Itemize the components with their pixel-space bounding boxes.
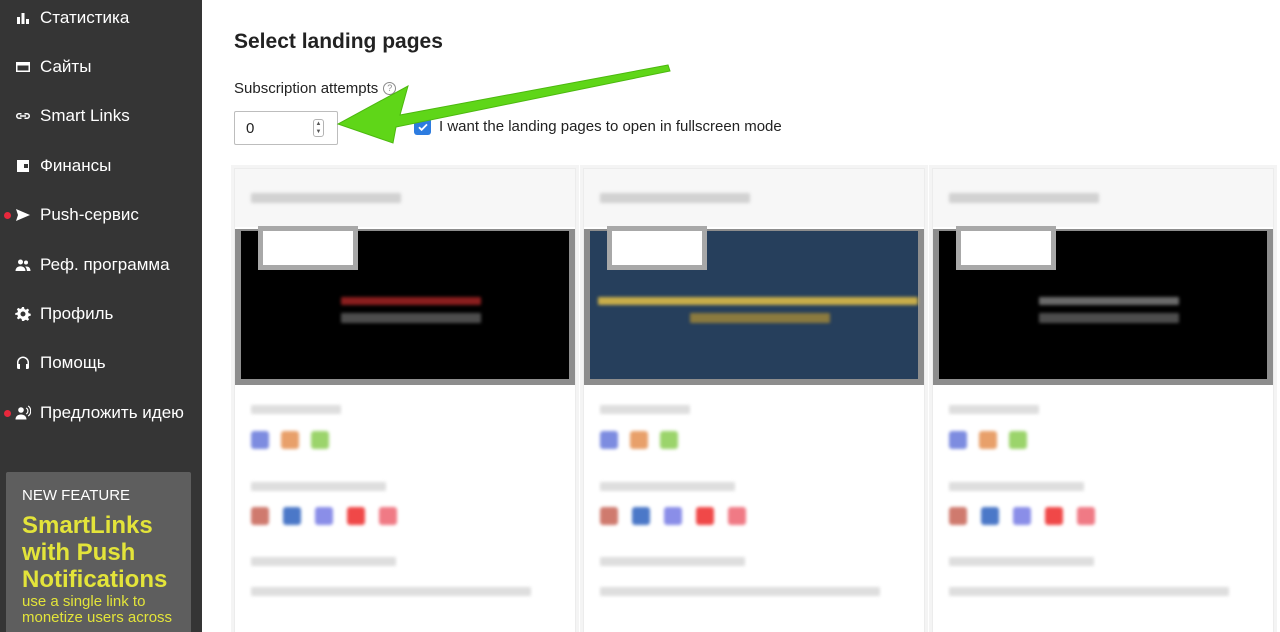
- wallet-icon: [14, 157, 32, 175]
- landing-preview-thumbnail[interactable]: [933, 229, 1273, 385]
- browser-icon: [315, 507, 333, 525]
- card-text-blurred: [600, 587, 880, 596]
- stepper-down-icon[interactable]: ▼: [316, 129, 322, 135]
- platform-icon: [1009, 431, 1027, 449]
- card-text-blurred: [600, 482, 735, 491]
- gear-icon: [14, 305, 32, 323]
- link-icon: [14, 107, 32, 125]
- platform-icon: [281, 431, 299, 449]
- preview-text-blurred: [341, 313, 481, 323]
- sidebar-item-label: Предложить идею: [40, 403, 184, 422]
- people-icon: [14, 256, 32, 274]
- promo-banner[interactable]: NEW FEATURE SmartLinks with Push Notific…: [6, 472, 191, 632]
- card-text-blurred: [949, 587, 1229, 596]
- sidebar-item-label: Финансы: [40, 156, 112, 175]
- sidebar-item-label: Реф. программа: [40, 255, 170, 274]
- browser-icon: [600, 507, 618, 525]
- platform-icon: [630, 431, 648, 449]
- card-title-blurred: [251, 193, 401, 203]
- card-text-blurred: [600, 557, 745, 566]
- sidebar-item-label: Профиль: [40, 304, 114, 323]
- card-text-blurred: [251, 587, 531, 596]
- platform-icon: [311, 431, 329, 449]
- sidebar-item-label: Помощь: [40, 353, 106, 372]
- platform-icon: [949, 431, 967, 449]
- preview-text-blurred: [1039, 313, 1179, 323]
- sidebar-item-label: Сайты: [40, 57, 92, 76]
- browser-icon: [379, 507, 397, 525]
- sidebar-item-referral[interactable]: Реф. программа: [0, 245, 202, 285]
- landing-page-card[interactable]: [583, 168, 925, 632]
- browser-icon: [632, 507, 650, 525]
- platform-icon: [251, 431, 269, 449]
- sidebar-item-label: Push-сервис: [40, 205, 139, 224]
- speaker-person-icon: [14, 404, 32, 422]
- sidebar-item-statistics[interactable]: Статистика: [0, 0, 202, 38]
- browser-icon: [347, 507, 365, 525]
- sidebar-item-smart-links[interactable]: Smart Links: [0, 96, 202, 136]
- preview-text-blurred: [690, 313, 830, 323]
- card-text-blurred: [251, 557, 396, 566]
- preview-notification-box: [263, 231, 353, 265]
- card-text-blurred: [251, 405, 341, 414]
- sidebar: Статистика Сайты Smart Links Финансы Pus…: [0, 0, 202, 632]
- preview-notification-box: [961, 231, 1051, 265]
- browser-icon: [1013, 507, 1031, 525]
- sidebar-item-suggest-idea[interactable]: Предложить идею: [0, 393, 202, 433]
- browser-icon: [981, 507, 999, 525]
- sidebar-item-push-service[interactable]: Push-сервис: [0, 195, 202, 235]
- sidebar-item-finance[interactable]: Финансы: [0, 146, 202, 186]
- landing-page-card[interactable]: [932, 168, 1274, 632]
- sidebar-item-label: Статистика: [40, 8, 130, 27]
- number-stepper[interactable]: ▲ ▼: [313, 119, 324, 137]
- browser-icon: [696, 507, 714, 525]
- card-title-blurred: [949, 193, 1099, 203]
- promo-text: use a single link to monetize users acro…: [22, 593, 173, 626]
- browser-icon: [283, 507, 301, 525]
- promo-tag: NEW FEATURE: [22, 487, 131, 504]
- sidebar-item-help[interactable]: Помощь: [0, 343, 202, 383]
- card-header: [933, 169, 1273, 227]
- card-text-blurred: [949, 405, 1039, 414]
- sidebar-item-profile[interactable]: Профиль: [0, 294, 202, 334]
- stepper-up-icon[interactable]: ▲: [316, 121, 322, 127]
- browser-icon: [1077, 507, 1095, 525]
- browser-icon: [251, 507, 269, 525]
- platform-icon: [979, 431, 997, 449]
- browser-icon: [1045, 507, 1063, 525]
- preview-notification-box: [612, 231, 702, 265]
- card-text-blurred: [251, 482, 386, 491]
- browser-icon: [949, 507, 967, 525]
- card-text-blurred: [949, 482, 1084, 491]
- platform-icon: [600, 431, 618, 449]
- browser-window-icon: [14, 58, 32, 76]
- card-text-blurred: [600, 405, 690, 414]
- notification-dot: [4, 212, 11, 219]
- preview-banner-blurred: [598, 297, 918, 305]
- subscription-attempts-field[interactable]: ▲ ▼: [234, 111, 338, 145]
- headset-icon: [14, 354, 32, 372]
- card-header: [235, 169, 575, 227]
- card-header: [584, 169, 924, 227]
- landing-page-card[interactable]: [234, 168, 576, 632]
- subscription-attempts-input[interactable]: [235, 112, 315, 144]
- annotation-arrow: [336, 64, 671, 144]
- landing-preview-thumbnail[interactable]: [235, 229, 575, 385]
- bar-chart-icon: [14, 9, 32, 27]
- browser-icon: [664, 507, 682, 525]
- page-title: Select landing pages: [234, 30, 443, 53]
- send-icon: [14, 206, 32, 224]
- platform-icon: [660, 431, 678, 449]
- preview-banner-blurred: [1039, 297, 1179, 305]
- landing-preview-thumbnail[interactable]: [584, 229, 924, 385]
- notification-dot: [4, 410, 11, 417]
- sidebar-item-label: Smart Links: [40, 106, 130, 125]
- sidebar-item-sites[interactable]: Сайты: [0, 47, 202, 87]
- preview-banner-blurred: [341, 297, 481, 305]
- card-title-blurred: [600, 193, 750, 203]
- promo-title: SmartLinks with Push Notifications: [22, 512, 168, 593]
- card-text-blurred: [949, 557, 1094, 566]
- browser-icon: [728, 507, 746, 525]
